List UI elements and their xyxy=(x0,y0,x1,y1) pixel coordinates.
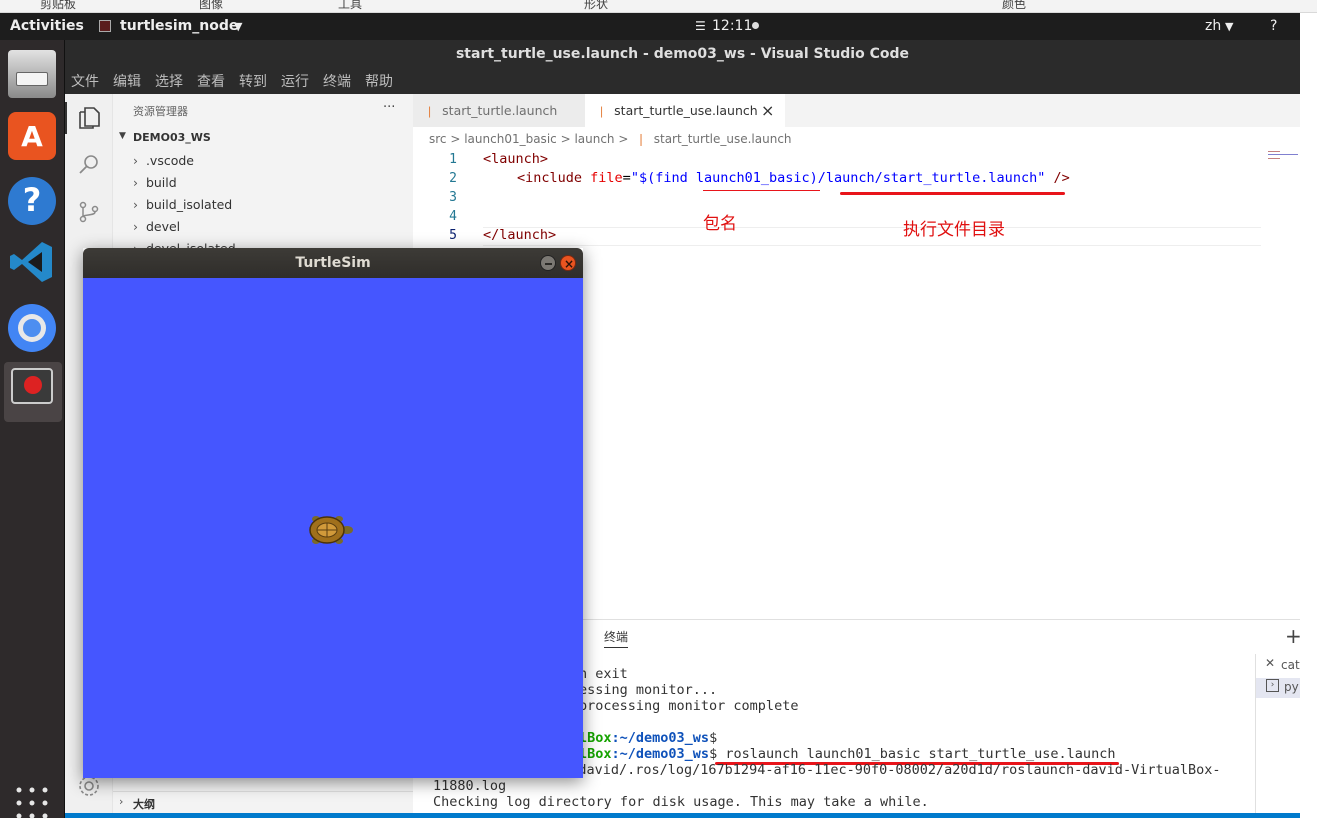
workspace-root[interactable]: DEMO03_WS xyxy=(133,131,211,144)
code-line-1: <launch> xyxy=(483,151,549,167)
turtlesim-title-bar[interactable]: TurtleSim × xyxy=(83,248,583,278)
chevron-down-icon[interactable]: ▼ xyxy=(1225,20,1233,33)
terminal-line: Checking log directory for disk usage. T… xyxy=(433,794,929,810)
tree-item-build-isolated[interactable]: › build_isolated xyxy=(133,197,232,212)
turtle-icon xyxy=(307,514,357,550)
menu-help[interactable]: 帮助 xyxy=(365,71,393,91)
menu-bar: 文件 编辑 选择 查看 转到 运行 终端 帮助 xyxy=(65,68,1300,94)
window-title: start_turtle_use.launch - demo03_ws - Vi… xyxy=(65,40,1300,68)
terminal-list-item[interactable]: › py xyxy=(1256,678,1300,698)
line-number: 3 xyxy=(449,190,457,205)
terminal-line: me/david/.ros/log/167b1294-af16-11ec-90f… xyxy=(554,762,1221,778)
breadcrumb: src > launch01_basic > launch > ❘ start_… xyxy=(429,132,792,146)
turtlesim-window: TurtleSim × xyxy=(83,248,583,778)
breadcrumb-item[interactable]: start_turtle_use.launch xyxy=(654,132,792,146)
annotation-file-dir: 执行文件目录 xyxy=(903,220,1005,240)
rss-file-icon: ❘ xyxy=(425,105,435,118)
terminal-line: n exit xyxy=(579,666,628,682)
terminal-prompt: lBox:~/demo03_ws$ roslaunch launch01_bas… xyxy=(579,746,1116,762)
close-icon[interactable]: × xyxy=(560,255,576,271)
ribbon-item: 图像 xyxy=(199,0,224,11)
line-number: 2 xyxy=(449,171,457,186)
terminal-icon: › xyxy=(1266,679,1279,692)
menu-terminal[interactable]: 终端 xyxy=(323,71,351,91)
line-number: 5 xyxy=(449,228,457,243)
menu-file[interactable]: 文件 xyxy=(71,71,99,91)
terminal-prompt: lBox:~/demo03_ws$ xyxy=(579,730,718,746)
status-bar xyxy=(65,813,1300,818)
tree-item-vscode[interactable]: › .vscode xyxy=(133,153,194,168)
rss-file-icon: ❘ xyxy=(632,132,650,146)
source-control-icon[interactable] xyxy=(77,200,101,228)
tab-start-turtle-use[interactable]: ❘ start_turtle_use.launch × xyxy=(585,94,785,127)
background-ribbon: 剪贴板 图像 工具 形状 颜色 xyxy=(0,0,1317,13)
current-line-highlight xyxy=(483,227,1261,246)
ribbon-item: 颜色 xyxy=(1002,0,1027,11)
explorer-title: 资源管理器 xyxy=(133,105,188,118)
code-line-5: </launch> xyxy=(483,227,557,243)
breadcrumb-item[interactable]: src xyxy=(429,132,447,146)
turtlesim-title: TurtleSim xyxy=(295,255,371,271)
gnome-top-bar: Activities turtlesim_node ▼ ☰ 12:11 zh ▼… xyxy=(0,13,1300,40)
terminal-icon[interactable] xyxy=(11,368,53,404)
help-icon[interactable]: ? xyxy=(8,177,56,225)
menu-go[interactable]: 转到 xyxy=(239,71,267,91)
outline-section[interactable]: › 大纲 xyxy=(113,791,413,814)
line-number: 4 xyxy=(449,209,457,224)
ribbon-item: 工具 xyxy=(338,0,363,11)
tab-terminal[interactable]: 终端 xyxy=(604,628,629,648)
tree-item-devel[interactable]: › devel xyxy=(133,219,180,234)
terminal-line: processing monitor complete xyxy=(579,698,799,714)
activities-button[interactable]: Activities xyxy=(10,18,84,34)
terminal-line: essing monitor... xyxy=(579,682,718,698)
notification-dot-icon xyxy=(752,22,759,29)
help-icon[interactable]: ? xyxy=(1270,18,1277,34)
breadcrumb-item[interactable]: launch01_basic xyxy=(464,132,557,146)
terminal-line: 11880.log xyxy=(433,778,507,794)
app-menu[interactable]: turtlesim_node xyxy=(120,18,238,34)
ubuntu-dock: A ? xyxy=(0,40,65,820)
annotation-underline xyxy=(840,192,1065,195)
line-number: 1 xyxy=(449,152,457,167)
annotation-underline xyxy=(703,190,820,191)
code-line-2: <include file="$(find launch01_basic)/la… xyxy=(517,170,1070,186)
input-method[interactable]: zh xyxy=(1205,18,1221,34)
close-icon[interactable]: × xyxy=(761,94,774,127)
tools-icon: ✕ xyxy=(1265,656,1276,670)
menu-view[interactable]: 查看 xyxy=(197,71,225,91)
menu-selection[interactable]: 选择 xyxy=(155,71,183,91)
terminal-list-item[interactable]: ✕ cat xyxy=(1256,656,1300,676)
chromium-icon[interactable] xyxy=(8,304,56,352)
annotation-package-name: 包名 xyxy=(703,214,737,234)
clock[interactable]: 12:11 xyxy=(712,18,752,34)
more-actions-icon[interactable]: ··· xyxy=(383,100,395,115)
tab-start-turtle[interactable]: ❘ start_turtle.launch xyxy=(413,94,585,127)
search-icon[interactable] xyxy=(77,152,101,180)
menu-edit[interactable]: 编辑 xyxy=(113,71,141,91)
chevron-down-icon[interactable]: ▼ xyxy=(119,131,126,141)
software-center-icon[interactable]: A xyxy=(8,112,56,160)
rss-file-icon: ❘ xyxy=(597,105,607,118)
lines-icon: ☰ xyxy=(695,19,706,33)
app-grid-icon[interactable] xyxy=(15,786,49,820)
files-icon[interactable] xyxy=(8,50,56,98)
tree-item-build[interactable]: › build xyxy=(133,175,177,190)
minimap[interactable] xyxy=(1268,149,1298,159)
explorer-icon[interactable] xyxy=(77,106,101,134)
vscode-icon[interactable] xyxy=(8,238,56,286)
minimize-icon[interactable] xyxy=(540,255,556,271)
settings-gear-icon[interactable] xyxy=(77,774,101,802)
ribbon-item: 形状 xyxy=(584,0,609,11)
active-indicator xyxy=(65,102,67,134)
breadcrumb-item[interactable]: launch xyxy=(574,132,614,146)
add-terminal-icon[interactable]: + xyxy=(1285,624,1302,648)
turtlesim-canvas xyxy=(83,278,583,778)
menu-run[interactable]: 运行 xyxy=(281,71,309,91)
app-icon xyxy=(99,20,111,32)
editor-tabs: ❘ start_turtle.launch ❘ start_turtle_use… xyxy=(413,94,1300,127)
ribbon-item: 剪贴板 xyxy=(40,0,77,11)
chevron-down-icon[interactable]: ▼ xyxy=(234,20,242,33)
